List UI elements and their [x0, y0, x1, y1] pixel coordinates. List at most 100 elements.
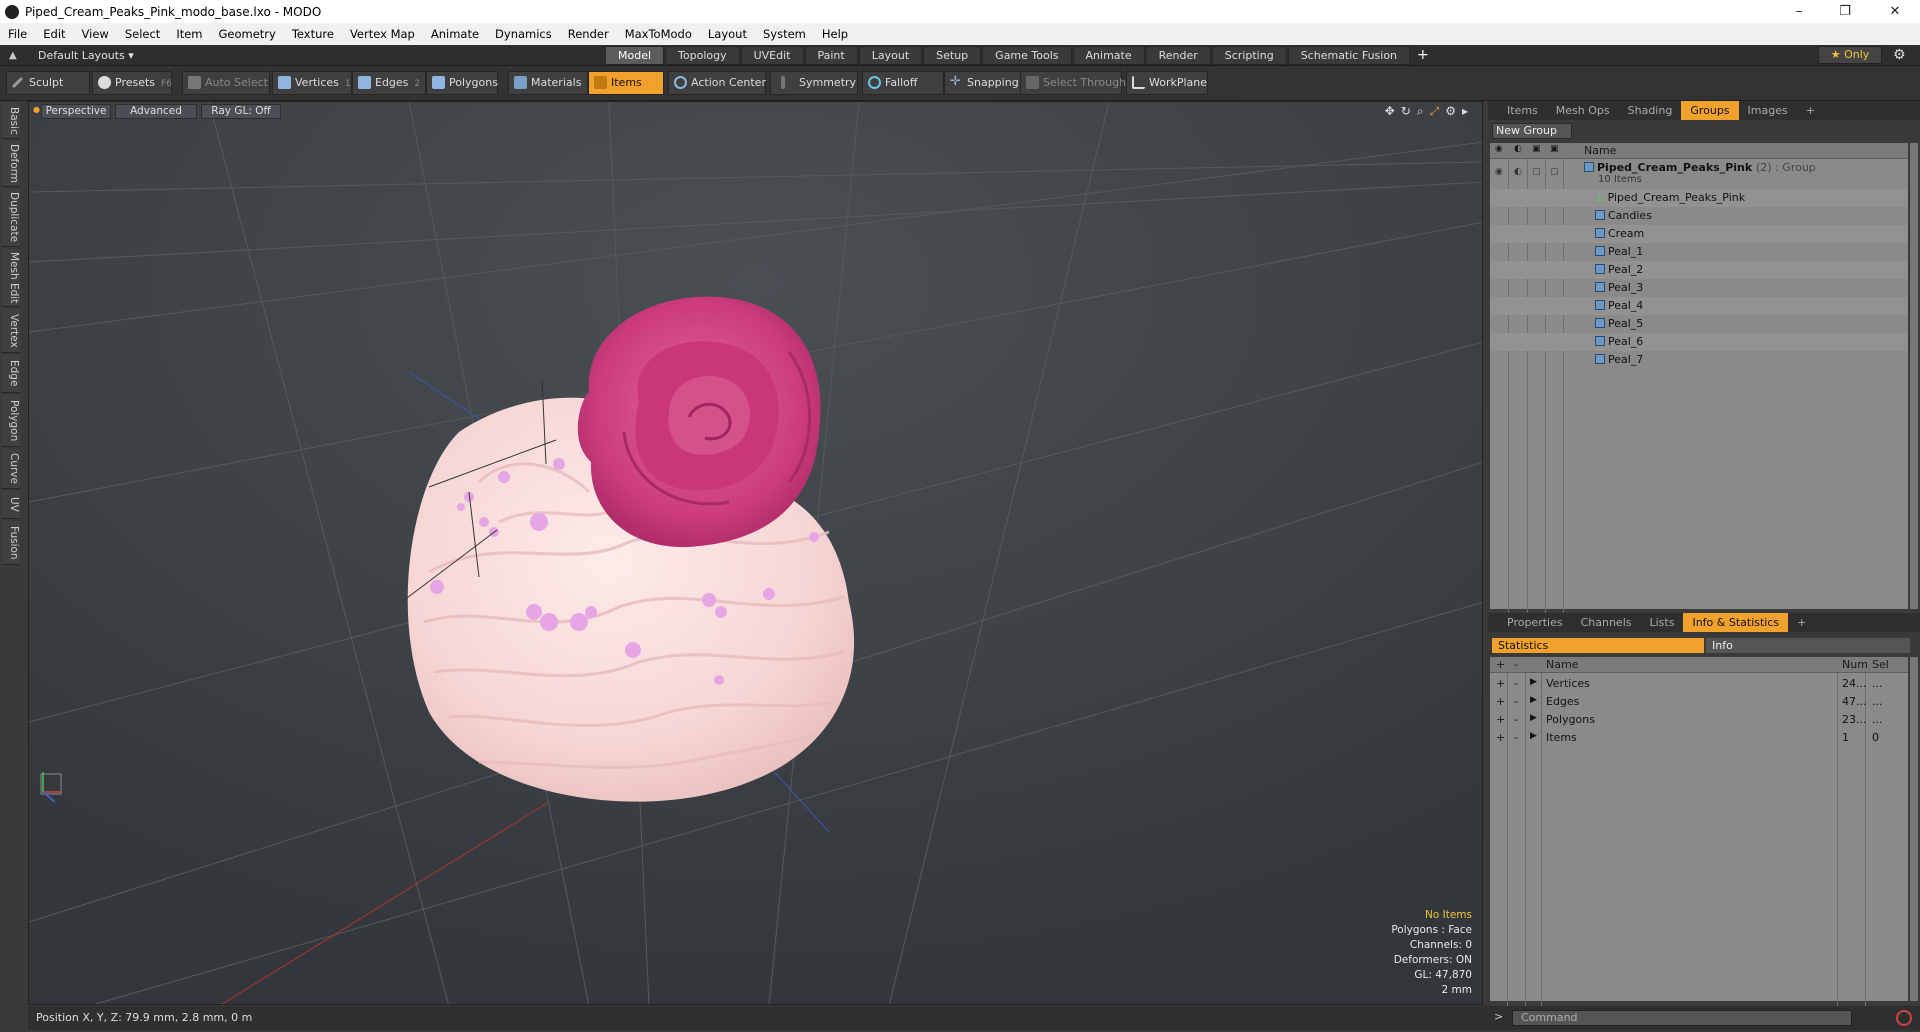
group-row[interactable]: ◉ ◐ ▢ ▢ Piped_Cream_Peaks_Pink (2) : Gro… — [1490, 159, 1908, 189]
command-input[interactable]: Command — [1512, 1010, 1852, 1026]
list-item[interactable]: Candies — [1490, 207, 1908, 225]
tab-animate[interactable]: Animate — [1072, 46, 1145, 65]
tab-shading[interactable]: Shading — [1619, 101, 1682, 120]
menu-render[interactable]: Render — [560, 27, 617, 41]
expand-arrow-icon[interactable]: ▶ — [1530, 677, 1537, 687]
maximize-button[interactable]: ❐ — [1822, 0, 1868, 23]
symmetry-button[interactable]: Symmetry — [770, 71, 858, 95]
stats-scrollbar[interactable] — [1910, 657, 1918, 1001]
menu-animate[interactable]: Animate — [423, 27, 487, 41]
layout-up-icon[interactable]: ▲ — [9, 50, 17, 61]
menu-dynamics[interactable]: Dynamics — [487, 27, 560, 41]
menu-file[interactable]: File — [0, 27, 35, 41]
stat-row[interactable]: + - ▶ Vertices 24... ... — [1490, 675, 1908, 693]
layout-selector[interactable]: Default Layouts ▾ — [38, 49, 134, 62]
vertices-button[interactable]: Vertices 1 — [272, 71, 352, 95]
vtab-vertex[interactable]: Vertex — [2, 309, 20, 353]
sculpt-button[interactable]: Sculpt — [6, 71, 90, 95]
vtab-basic[interactable]: Basic — [2, 103, 20, 139]
list-item[interactable]: Peal_3 — [1490, 279, 1908, 297]
list-item[interactable]: Peal_2 — [1490, 261, 1908, 279]
list-item[interactable]: Peal_5 — [1490, 315, 1908, 333]
viewport-menu-icon[interactable]: ● — [33, 105, 40, 114]
remove-icon[interactable]: - — [1514, 677, 1518, 690]
add-icon[interactable]: + — [1496, 677, 1505, 690]
raygl-button[interactable]: Ray GL: Off — [201, 104, 281, 119]
presets-button[interactable]: Presets F6 — [92, 71, 172, 95]
add-icon[interactable]: + — [1496, 695, 1505, 708]
3d-viewport[interactable]: ● Perspective Advanced Ray GL: Off ✥ ↻ ⌕… — [28, 101, 1483, 1005]
tab-setup[interactable]: Setup — [923, 46, 982, 65]
vtab-duplicate[interactable]: Duplicate — [2, 189, 20, 247]
vtab-uv[interactable]: UV — [2, 491, 20, 519]
tab-game-tools[interactable]: Game Tools — [982, 46, 1072, 65]
group-render-icon[interactable]: ◐ — [1514, 167, 1522, 177]
menu-layout[interactable]: Layout — [700, 27, 755, 41]
remove-icon[interactable]: - — [1514, 695, 1518, 708]
polygons-button[interactable]: Polygons — [426, 71, 498, 95]
add-stats-tab-icon[interactable]: + — [1788, 613, 1815, 632]
menu-item[interactable]: Item — [168, 27, 210, 41]
vtab-fusion[interactable]: Fusion — [2, 521, 20, 565]
remove-icon[interactable]: - — [1514, 713, 1518, 726]
vtab-edge[interactable]: Edge — [2, 355, 20, 393]
tab-properties[interactable]: Properties — [1498, 613, 1572, 632]
add-panel-tab-icon[interactable]: + — [1797, 101, 1824, 120]
group-select-icon[interactable]: ▢ — [1550, 167, 1559, 177]
info-subtab[interactable]: Info — [1706, 638, 1910, 653]
gear-icon[interactable]: ⚙ — [1893, 47, 1906, 63]
vtab-mesh-edit[interactable]: Mesh Edit — [2, 249, 20, 307]
menu-edit[interactable]: Edit — [35, 27, 73, 41]
menu-system[interactable]: System — [755, 27, 814, 41]
new-group-button[interactable]: New Group — [1492, 123, 1572, 139]
rotate-view-icon[interactable]: ↻ — [1401, 104, 1411, 119]
add-icon[interactable]: + — [1496, 731, 1505, 744]
action-center-button[interactable]: Action Center — [668, 71, 766, 95]
tab-info-statistics[interactable]: Info & Statistics — [1683, 613, 1789, 632]
list-item[interactable]: Peal_1 — [1490, 243, 1908, 261]
statistics-subtab[interactable]: Statistics — [1492, 638, 1704, 653]
menu-vertex-map[interactable]: Vertex Map — [342, 27, 423, 41]
tab-images[interactable]: Images — [1739, 101, 1797, 120]
group-lock-icon[interactable]: ▢ — [1532, 167, 1541, 177]
tab-items[interactable]: Items — [1498, 101, 1547, 120]
materials-button[interactable]: Materials — [508, 71, 588, 95]
tab-channels[interactable]: Channels — [1572, 613, 1641, 632]
workplane-button[interactable]: WorkPlane — [1126, 71, 1208, 95]
falloff-button[interactable]: Falloff — [862, 71, 944, 95]
items-button[interactable]: Items — [588, 71, 664, 95]
tab-model[interactable]: Model — [605, 46, 665, 65]
menu-geometry[interactable]: Geometry — [211, 27, 284, 41]
minimize-button[interactable]: – — [1776, 0, 1822, 23]
snapping-button[interactable]: ✛ Snapping — [944, 71, 1028, 95]
stat-row[interactable]: + - ▶ Edges 47... ... — [1490, 693, 1908, 711]
list-item[interactable]: ⊥ Piped_Cream_Peaks_Pink — [1490, 189, 1908, 207]
edges-button[interactable]: Edges 2 — [352, 71, 426, 95]
view-mode-button[interactable]: Perspective — [41, 104, 111, 119]
groups-scrollbar[interactable] — [1910, 143, 1918, 609]
tab-render[interactable]: Render — [1145, 46, 1211, 65]
only-toggle[interactable]: ★ Only — [1818, 46, 1882, 64]
tab-groups[interactable]: Groups — [1681, 101, 1739, 120]
list-item[interactable]: Peal_7 — [1490, 351, 1908, 369]
list-item[interactable]: Peal_6 — [1490, 333, 1908, 351]
move-view-icon[interactable]: ✥ — [1385, 104, 1395, 119]
group-eye-icon[interactable]: ◉ — [1495, 167, 1503, 177]
tab-lists[interactable]: Lists — [1641, 613, 1684, 632]
tab-scripting[interactable]: Scripting — [1211, 46, 1287, 65]
zoom-view-icon[interactable]: ⌕ — [1417, 104, 1424, 119]
add-icon[interactable]: + — [1496, 713, 1505, 726]
tab-paint[interactable]: Paint — [804, 46, 858, 65]
expand-arrow-icon[interactable]: ▶ — [1530, 731, 1537, 741]
list-item[interactable]: Peal_4 — [1490, 297, 1908, 315]
add-tab-icon[interactable]: + — [1417, 46, 1429, 65]
menu-select[interactable]: Select — [117, 27, 168, 41]
stat-row[interactable]: + - ▶ Polygons 23... ... — [1490, 711, 1908, 729]
expand-arrow-icon[interactable]: ▶ — [1530, 695, 1537, 705]
tab-layout[interactable]: Layout — [858, 46, 923, 65]
vtab-deform[interactable]: Deform — [2, 141, 20, 187]
shading-mode-button[interactable]: Advanced — [115, 104, 197, 119]
vtab-curve[interactable]: Curve — [2, 449, 20, 489]
stat-row[interactable]: + - ▶ Items 1 0 — [1490, 729, 1908, 747]
menu-texture[interactable]: Texture — [284, 27, 342, 41]
